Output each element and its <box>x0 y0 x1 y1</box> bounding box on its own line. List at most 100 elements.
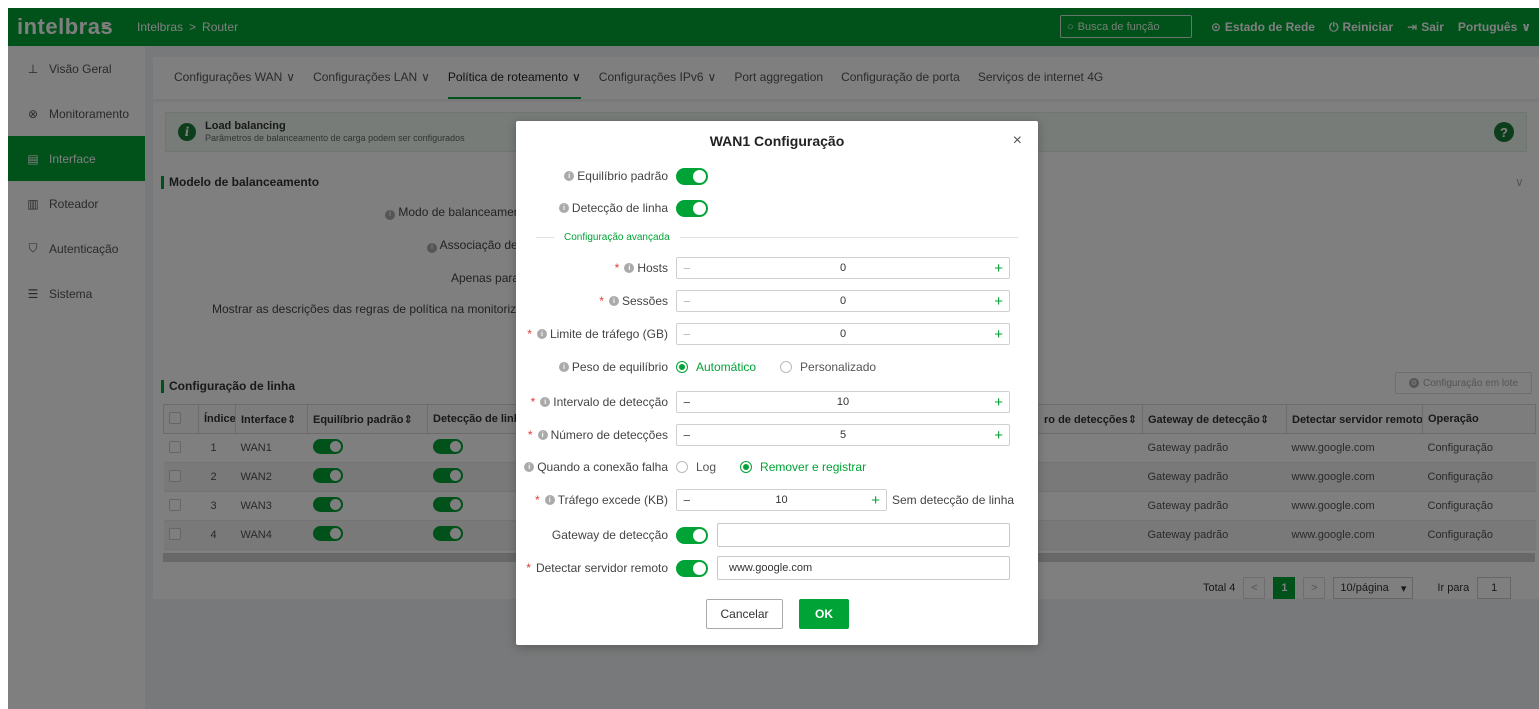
row-traffic-exceeds: * i Tráfego excede (KB) −10 + Sem detecção … <box>516 488 1038 512</box>
balance-weight-label: i Peso de equilíbrio <box>516 360 676 374</box>
traffic-limit-label: * i Limite de tráfego (GB) <box>516 327 676 341</box>
plus-icon[interactable]: + <box>989 326 1003 343</box>
plus-icon[interactable]: + <box>989 427 1003 444</box>
label-text: Sessões <box>621 294 668 308</box>
detect-interval-label: * i Intervalo de detecção <box>516 395 676 409</box>
traffic-exceeds-value[interactable]: 10 <box>697 494 866 506</box>
traffic-limit-stepper[interactable]: −0 + <box>676 323 1010 345</box>
detect-gateway-toggle[interactable] <box>676 526 708 544</box>
row-balance-default: i Equilíbrio padrão <box>516 164 1038 188</box>
row-remote-server: * Detectar servidor remoto www.google.com <box>516 556 1038 580</box>
info-icon: i <box>624 263 635 273</box>
line-detection-label: i Detecção de linha <box>516 201 676 215</box>
info-icon: i <box>558 203 569 213</box>
remote-server-input[interactable]: www.google.com <box>717 556 1010 580</box>
minus-icon[interactable]: − <box>683 294 697 309</box>
row-on-fail: i Quando a conexão falha Log Remover e re… <box>516 455 1038 479</box>
wan-config-dialog: WAN1 Configuração × i Equilíbrio padrão i… <box>516 121 1038 645</box>
minus-icon[interactable]: − <box>683 327 697 342</box>
label-text: Hosts <box>637 261 668 275</box>
label-text: Quando a conexão falha <box>537 460 668 474</box>
info-icon: i <box>608 296 619 306</box>
row-balance-weight: i Peso de equilíbrio Automático Personali… <box>516 355 1038 379</box>
plus-icon[interactable]: + <box>989 394 1003 411</box>
traffic-exceeds-suffix: Sem detecção de linha <box>892 493 1015 507</box>
radio-automatic-label[interactable]: Automático <box>696 360 756 374</box>
hosts-label: * i Hosts <box>516 261 676 275</box>
plus-icon[interactable]: + <box>989 293 1003 310</box>
label-text: Detecção de linha <box>571 201 668 215</box>
line-detection-toggle[interactable] <box>676 199 708 217</box>
label-text: Número de detecções <box>550 428 668 442</box>
on-fail-label: i Quando a conexão falha <box>516 460 676 474</box>
required-marker: * <box>599 294 604 308</box>
label-text: Peso de equilíbrio <box>571 360 668 374</box>
traffic-exceeds-stepper[interactable]: −10 + <box>676 489 887 511</box>
sessions-stepper[interactable]: −0 + <box>676 290 1010 312</box>
required-marker: * <box>527 327 532 341</box>
radio-log[interactable] <box>676 461 688 473</box>
remote-server-label: * Detectar servidor remoto <box>516 561 676 575</box>
minus-icon[interactable]: − <box>683 261 697 276</box>
remote-server-toggle[interactable] <box>676 559 708 577</box>
radio-remove-and-log[interactable] <box>740 461 753 473</box>
required-marker: * <box>530 395 536 409</box>
hosts-stepper[interactable]: −0 + <box>676 257 1010 279</box>
detect-count-label: * i Número de detecções <box>516 428 676 442</box>
detect-interval-value[interactable]: 10 <box>697 396 989 408</box>
label-text: Limite de tráfego (GB) <box>549 327 668 341</box>
radio-custom-label[interactable]: Personalizado <box>800 360 876 374</box>
plus-icon[interactable]: + <box>989 260 1003 277</box>
balance-default-toggle[interactable] <box>676 167 708 185</box>
divider-line <box>679 236 1018 238</box>
label-text: Tráfego excede (KB) <box>557 493 668 507</box>
minus-icon[interactable]: − <box>683 395 697 410</box>
sessions-value[interactable]: 0 <box>697 295 989 307</box>
minus-icon[interactable]: − <box>683 493 697 508</box>
close-icon[interactable]: × <box>1013 132 1022 150</box>
traffic-exceeds-label: * i Tráfego excede (KB) <box>516 493 676 507</box>
required-marker: * <box>526 561 531 575</box>
cancel-button[interactable]: Cancelar <box>706 599 783 629</box>
row-detect-gateway: Gateway de detecção <box>516 523 1038 547</box>
minus-icon[interactable]: − <box>683 428 697 443</box>
info-icon: i <box>540 397 551 407</box>
row-hosts: * i Hosts −0 + <box>516 256 1038 280</box>
row-traffic-limit: * i Limite de tráfego (GB) −0 + <box>516 322 1038 346</box>
radio-automatic[interactable] <box>676 361 688 373</box>
required-marker: * <box>527 428 533 442</box>
radio-log-label[interactable]: Log <box>696 460 716 474</box>
label-text: Intervalo de detecção <box>553 395 668 409</box>
balance-default-label: i Equilíbrio padrão <box>516 169 676 183</box>
detect-interval-stepper[interactable]: −10 + <box>676 391 1010 413</box>
ok-button[interactable]: OK <box>799 599 849 629</box>
required-marker: * <box>614 261 620 275</box>
sessions-label: * i Sessões <box>516 294 676 308</box>
row-detect-count: * i Número de detecções −5 + <box>516 423 1038 447</box>
info-icon: i <box>536 329 547 339</box>
label-text: Equilíbrio padrão <box>577 169 668 183</box>
advanced-divider: Configuração avançada <box>536 230 1018 244</box>
info-icon: i <box>564 171 575 181</box>
detect-count-stepper[interactable]: −5 + <box>676 424 1010 446</box>
detect-gateway-input[interactable] <box>717 523 1010 547</box>
row-detect-interval: * i Intervalo de detecção −10 + <box>516 390 1038 414</box>
detect-count-value[interactable]: 5 <box>697 429 989 441</box>
info-icon: i <box>558 362 569 372</box>
required-marker: * <box>535 493 540 507</box>
info-icon: i <box>524 462 535 472</box>
plus-icon[interactable]: + <box>866 492 880 509</box>
row-sessions: * i Sessões −0 + <box>516 289 1038 313</box>
info-icon: i <box>537 430 548 440</box>
radio-remove-and-log-label[interactable]: Remover e registrar <box>760 460 866 474</box>
divider-line <box>536 236 554 238</box>
info-icon: i <box>544 495 555 505</box>
dialog-title: WAN1 Configuração <box>709 133 845 149</box>
traffic-limit-value[interactable]: 0 <box>697 328 989 340</box>
row-line-detection: i Detecção de linha <box>516 196 1038 220</box>
radio-custom[interactable] <box>780 361 793 373</box>
hosts-value[interactable]: 0 <box>697 262 989 274</box>
label-text: Detectar servidor remoto <box>535 561 668 575</box>
advanced-config-label: Configuração avançada <box>564 231 670 243</box>
detect-gateway-label: Gateway de detecção <box>551 528 668 542</box>
